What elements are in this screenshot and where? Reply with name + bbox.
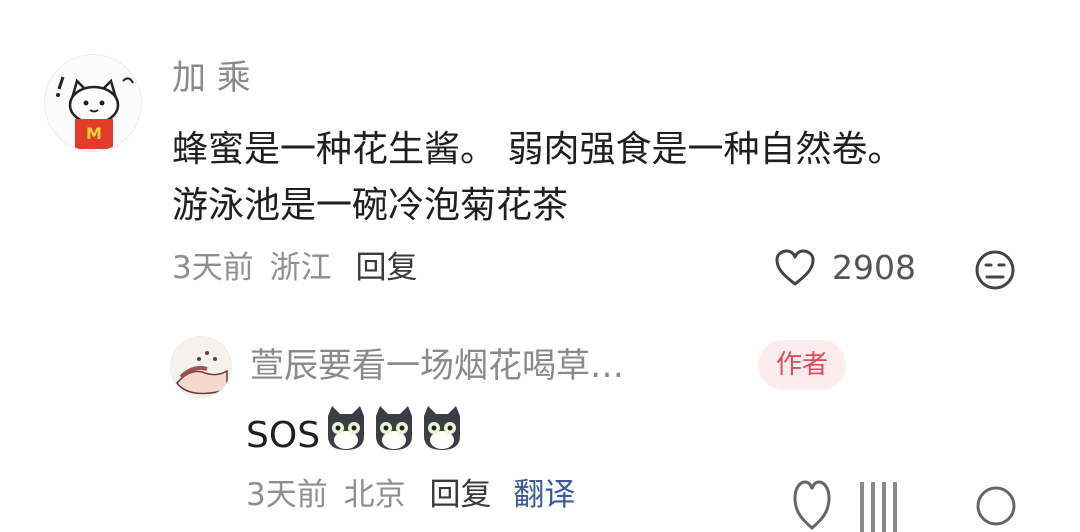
username[interactable]: 加 乘 bbox=[172, 58, 251, 98]
reply-meta: 3天前 北京 回复 翻译 bbox=[246, 477, 575, 513]
reply-avatar[interactable] bbox=[170, 336, 232, 398]
translate-button[interactable]: 翻译 bbox=[513, 477, 575, 513]
reply-dislike-button[interactable] bbox=[975, 480, 1017, 532]
reply-text: SOS bbox=[246, 414, 321, 456]
reply-like-count-partial bbox=[860, 482, 906, 532]
heart-icon bbox=[793, 480, 831, 530]
cat-avatar-icon: M bbox=[45, 55, 141, 151]
reply-button[interactable]: 回复 bbox=[355, 250, 417, 286]
comment-location: 浙江 bbox=[269, 250, 332, 286]
like-count: 2908 bbox=[832, 248, 916, 287]
cat-emoji-icon bbox=[322, 404, 370, 466]
cat-emoji-icon bbox=[418, 404, 466, 466]
comment-time: 3天前 bbox=[172, 250, 254, 286]
reply-location: 北京 bbox=[343, 477, 406, 513]
dislike-button[interactable] bbox=[974, 249, 1016, 291]
reply-text-row: SOS bbox=[246, 404, 466, 466]
comment-text-line2: 游泳池是一碗冷泡菊花茶 bbox=[172, 185, 569, 226]
meh-face-icon bbox=[975, 250, 1015, 290]
reply-time: 3天前 bbox=[246, 477, 328, 513]
meh-face-icon bbox=[976, 486, 1016, 526]
cat-emoji-icon bbox=[370, 404, 418, 466]
reply-like-button[interactable] bbox=[792, 478, 832, 532]
reply-reply-button[interactable]: 回复 bbox=[429, 477, 491, 513]
avatar[interactable]: M bbox=[44, 54, 142, 152]
author-badge: 作者 bbox=[758, 340, 847, 390]
like-button[interactable] bbox=[774, 248, 816, 288]
heart-icon bbox=[775, 249, 815, 286]
reply-username[interactable]: 萱辰要看一场烟花喝草… bbox=[250, 346, 624, 386]
svg-text:M: M bbox=[86, 124, 102, 143]
comment-text-line1: 蜂蜜是一种花生酱。 弱肉强食是一种自然卷。 bbox=[172, 129, 904, 170]
comment-meta: 3天前 浙江 回复 bbox=[172, 250, 417, 286]
hands-avatar-icon bbox=[171, 337, 231, 397]
